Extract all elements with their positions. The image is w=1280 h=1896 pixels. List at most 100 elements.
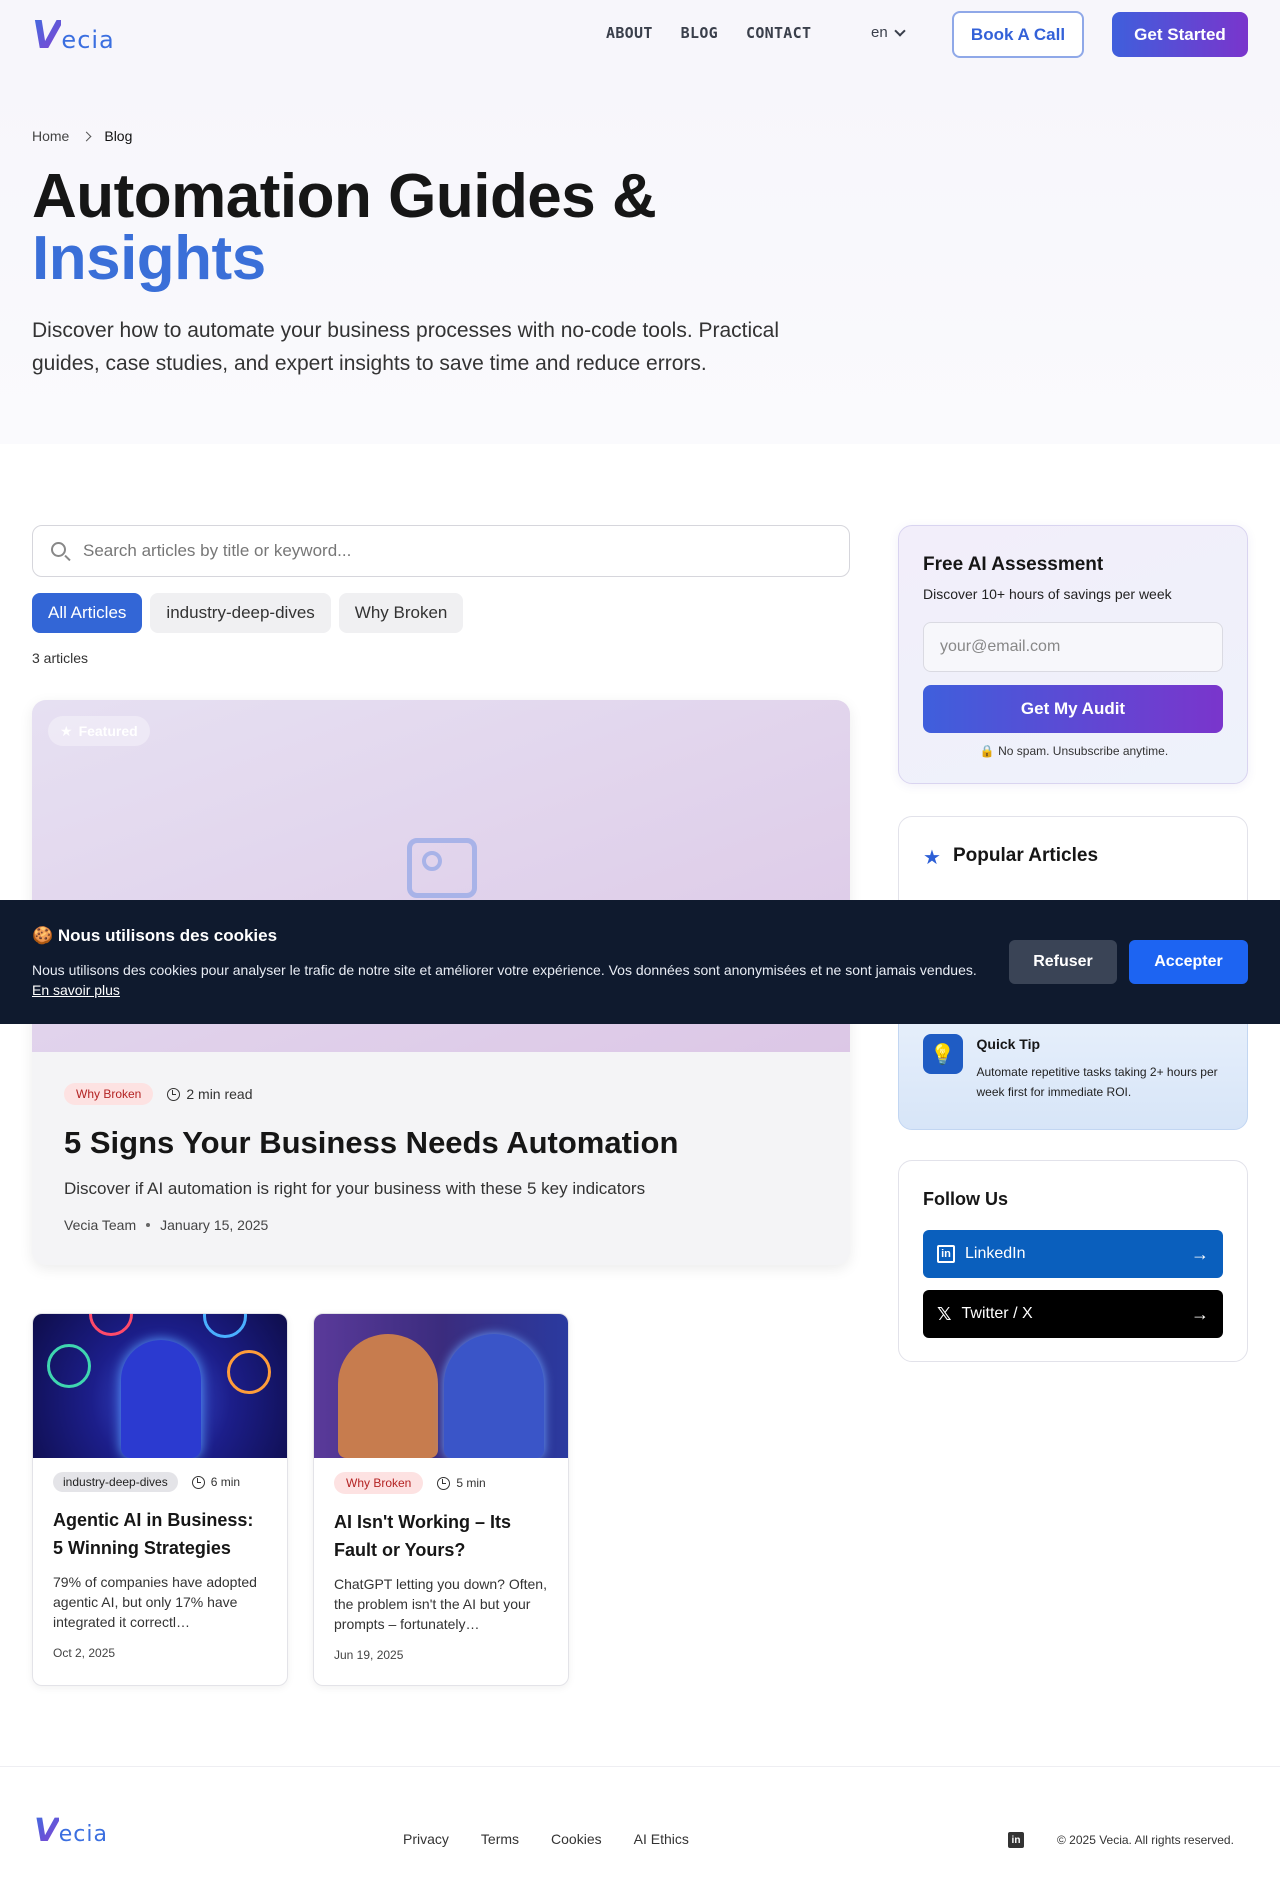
assessment-title: Free AI Assessment xyxy=(923,554,1104,575)
category-tag[interactable]: Why Broken xyxy=(334,1472,424,1494)
language-label: en xyxy=(871,24,888,41)
footer-links: Privacy Terms Cookies AI Ethics xyxy=(403,1831,689,1847)
refuse-button[interactable]: Refuser xyxy=(1009,940,1117,984)
category-tag[interactable]: industry-deep-dives xyxy=(53,1472,178,1492)
article-card[interactable]: industry-deep-dives 6 min Agentic AI in … xyxy=(32,1313,288,1686)
logo[interactable]: Vecia xyxy=(32,13,115,57)
logo-text: ecia xyxy=(61,26,115,54)
cookie-description: Nous utilisons des cookies pour analyser… xyxy=(32,962,977,978)
author: Vecia Team xyxy=(64,1217,137,1233)
popular-title: Popular Articles xyxy=(953,845,1099,866)
linkedin-icon: in xyxy=(937,1245,955,1263)
publish-date: January 15, 2025 xyxy=(160,1217,269,1233)
read-time-label: 5 min xyxy=(456,1476,486,1490)
breadcrumb-current: Blog xyxy=(104,128,133,144)
filter-why-broken[interactable]: Why Broken xyxy=(338,593,464,633)
featured-meta: Why Broken 2 min read xyxy=(64,1083,824,1105)
logo-text: ecia xyxy=(58,1822,108,1847)
breadcrumb-home[interactable]: Home xyxy=(32,128,69,144)
linkedin-icon[interactable]: in xyxy=(1008,1832,1024,1848)
separator-dot xyxy=(146,1223,151,1227)
card-title[interactable]: Agentic AI in Business: 5 Winning Strate… xyxy=(53,1506,267,1562)
tip-text: Automate repetitive tasks taking 2+ hour… xyxy=(976,1065,1218,1099)
learn-more-link[interactable]: En savoir plus xyxy=(32,982,120,998)
breadcrumb: Home Blog xyxy=(32,128,132,144)
cookie-banner: 🍪 Nous utilisons des cookies Nous utilis… xyxy=(0,900,1280,1024)
article-count: 3 articles xyxy=(32,650,89,666)
linkedin-button[interactable]: in LinkedIn → xyxy=(923,1230,1223,1278)
card-date: Jun 19, 2025 xyxy=(334,1648,404,1662)
card-excerpt: ChatGPT letting you down? Often, the pro… xyxy=(334,1576,547,1632)
footer-link-privacy[interactable]: Privacy xyxy=(403,1831,449,1847)
featured-badge: ★ Featured xyxy=(48,716,150,746)
featured-title[interactable]: 5 Signs Your Business Needs Automation xyxy=(64,1125,824,1161)
no-spam-note: 🔒 No spam. Unsubscribe anytime. xyxy=(979,744,1169,758)
footer-link-ai-ethics[interactable]: AI Ethics xyxy=(634,1831,689,1847)
get-audit-button[interactable]: Get My Audit xyxy=(923,685,1223,733)
tip-title: Quick Tip xyxy=(976,1036,1041,1052)
read-time-label: 6 min xyxy=(210,1475,241,1489)
logo-mark: V xyxy=(32,13,62,57)
main-nav: ABOUT BLOG CONTACT xyxy=(606,24,811,42)
email-field[interactable]: your@email.com xyxy=(923,622,1223,672)
twitter-label: Twitter / X xyxy=(961,1305,1033,1322)
card-body: Why Broken 5 min AI Isn't Working – Its … xyxy=(314,1458,568,1676)
linkedin-label: LinkedIn xyxy=(965,1245,1026,1262)
read-time-label: 2 min read xyxy=(186,1086,253,1102)
site-header: Vecia ABOUT BLOG CONTACT en Book A Call … xyxy=(0,0,1280,70)
star-icon: ★ xyxy=(60,722,73,739)
footer-logo[interactable]: Vecia xyxy=(34,1811,108,1849)
footer-link-cookies[interactable]: Cookies xyxy=(551,1831,602,1847)
robot-fighter xyxy=(444,1334,544,1458)
email-placeholder: your@email.com xyxy=(940,638,1061,655)
lightbulb-icon: 💡 xyxy=(922,1034,963,1074)
nav-blog[interactable]: BLOG xyxy=(681,24,718,42)
meditating-robot xyxy=(121,1340,201,1458)
hero-description: Discover how to automate your business p… xyxy=(32,319,780,375)
image-placeholder-icon xyxy=(407,838,477,898)
shopify-icon xyxy=(47,1344,91,1388)
card-date: Oct 2, 2025 xyxy=(53,1646,116,1660)
human-fighter xyxy=(338,1334,438,1458)
clock-icon xyxy=(437,1476,451,1490)
quick-tip: 💡 Quick Tip Automate repetitive tasks ta… xyxy=(897,1017,1248,1130)
filter-industry-deep-dives[interactable]: industry-deep-dives xyxy=(150,593,331,633)
footer-link-terms[interactable]: Terms xyxy=(481,1831,519,1847)
arrow-right-icon: → xyxy=(1191,1243,1209,1264)
featured-body: Why Broken 2 min read 5 Signs Your Busin… xyxy=(64,1083,824,1233)
article-card[interactable]: Why Broken 5 min AI Isn't Working – Its … xyxy=(313,1313,569,1686)
chevron-down-icon xyxy=(894,24,906,37)
nav-about[interactable]: ABOUT xyxy=(606,24,653,42)
twitter-button[interactable]: 𝕏 Twitter / X → xyxy=(923,1290,1223,1338)
read-time: 6 min xyxy=(191,1475,241,1489)
arrow-right-icon: → xyxy=(1191,1303,1209,1324)
search-icon xyxy=(51,542,66,557)
follow-us-widget: Follow Us in LinkedIn → 𝕏 Twitter / X → xyxy=(898,1160,1248,1362)
clock-icon xyxy=(191,1475,205,1489)
x-icon: 𝕏 xyxy=(937,1303,952,1324)
article-image xyxy=(314,1314,568,1458)
card-title[interactable]: AI Isn't Working – Its Fault or Yours? xyxy=(334,1508,548,1564)
nav-contact[interactable]: CONTACT xyxy=(746,24,811,42)
hero-section: Home Blog Automation Guides & Insights D… xyxy=(0,70,1280,444)
chevron-right-icon xyxy=(81,131,92,141)
site-footer: Vecia Privacy Terms Cookies AI Ethics in… xyxy=(0,1766,1280,1896)
search-placeholder: Search articles by title or keyword... xyxy=(83,541,352,560)
language-selector[interactable]: en xyxy=(871,24,906,41)
featured-excerpt: Discover if AI automation is right for y… xyxy=(64,1179,646,1198)
star-icon: ★ xyxy=(923,847,941,869)
read-time: 5 min xyxy=(437,1476,486,1490)
page-title-accent: Insights xyxy=(32,224,266,293)
follow-title: Follow Us xyxy=(923,1189,1008,1209)
book-call-button[interactable]: Book A Call xyxy=(952,11,1084,58)
article-image xyxy=(33,1314,287,1458)
featured-badge-label: Featured xyxy=(78,723,138,739)
get-started-button[interactable]: Get Started xyxy=(1112,12,1248,57)
category-tag[interactable]: Why Broken xyxy=(64,1083,154,1105)
featured-byline: Vecia Team January 15, 2025 xyxy=(64,1217,824,1233)
search-input[interactable]: Search articles by title or keyword... xyxy=(32,525,850,577)
logo-mark: V xyxy=(34,1811,59,1849)
accept-button[interactable]: Accepter xyxy=(1129,940,1248,984)
filter-all-articles[interactable]: All Articles xyxy=(32,593,143,633)
clock-icon xyxy=(167,1087,181,1101)
